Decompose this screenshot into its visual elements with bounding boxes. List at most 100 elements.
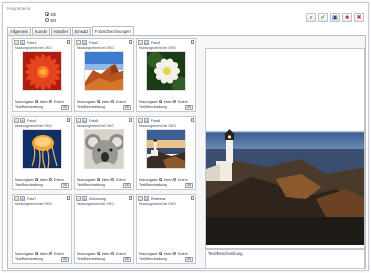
description-label[interactable]: Text/Beschreibung	[15, 105, 43, 109]
ok-button[interactable]: OK	[185, 104, 193, 110]
folder-icon[interactable]	[76, 196, 81, 201]
usage-rights-label: Nutzungsrecht bei OKG	[77, 46, 114, 50]
ok-button[interactable]: OK	[61, 256, 69, 262]
radio-intern[interactable]	[35, 100, 39, 103]
ok-button[interactable]: OK	[123, 256, 131, 262]
tab-haendler[interactable]: Händler	[50, 27, 72, 35]
radio-extern[interactable]	[111, 178, 115, 181]
usage-type-row: Nutzungsart: Intern Extern	[77, 177, 131, 182]
tab-kunde[interactable]: Kunde	[31, 27, 50, 35]
radio-intern[interactable]	[159, 252, 163, 255]
save-icon[interactable]: ▣	[330, 13, 340, 22]
description-label[interactable]: Text/Beschreibung	[15, 257, 43, 261]
radio-extern-label: Extern	[115, 99, 126, 104]
photo-thumbnail[interactable]	[84, 129, 124, 169]
folder-icon[interactable]	[76, 40, 81, 45]
tab-einsatz[interactable]: Einsatz	[71, 27, 92, 35]
upload-icon[interactable]	[144, 196, 149, 201]
photo-thumbnail[interactable]	[146, 207, 186, 247]
description-label[interactable]: Text/Beschreibung	[77, 257, 105, 261]
description-row: Text/Beschreibung OK	[139, 104, 193, 110]
description-label[interactable]: Text/Beschreibung	[139, 183, 167, 187]
photo-thumbnail[interactable]	[146, 129, 186, 169]
card-checkbox[interactable]	[190, 40, 194, 44]
upload-icon[interactable]	[20, 118, 25, 123]
radio-intern-label: Intern	[163, 251, 173, 256]
radio-intern[interactable]	[159, 178, 163, 181]
ok-button[interactable]: OK	[185, 182, 193, 188]
card-checkbox[interactable]	[190, 196, 194, 200]
description-label[interactable]: Text/Beschreibung	[139, 105, 167, 109]
card-checkbox[interactable]	[128, 40, 132, 44]
card-footer: Nutzungsart: Intern Extern Text/Beschrei…	[13, 99, 71, 111]
stop-icon[interactable]: ■	[342, 13, 352, 22]
radio-extern[interactable]	[49, 178, 53, 181]
description-label[interactable]: Text/Beschreibung	[139, 257, 167, 261]
photo-thumbnail[interactable]	[84, 51, 124, 91]
tab-fotos-zeichnungen[interactable]: Fotos/Zeichnungen	[91, 26, 134, 35]
radio-extern[interactable]	[173, 178, 177, 181]
card-checkbox[interactable]	[190, 118, 194, 122]
radio-extern[interactable]	[111, 252, 115, 255]
folder-icon[interactable]	[138, 196, 143, 201]
photo-thumbnail[interactable]	[22, 207, 62, 247]
usage-type-label: Nutzungsart:	[77, 177, 97, 182]
card-checkbox[interactable]	[128, 118, 132, 122]
usage-type-label: Nutzungsart:	[139, 177, 159, 182]
upload-icon[interactable]	[82, 196, 87, 201]
language-option-en[interactable]: EN	[45, 17, 56, 23]
ok-button[interactable]: OK	[123, 182, 131, 188]
radio-extern[interactable]	[173, 100, 177, 103]
card-checkbox[interactable]	[66, 196, 70, 200]
radio-en[interactable]	[45, 18, 49, 22]
description-label[interactable]: Text/Beschreibung	[77, 105, 105, 109]
preview-description-field[interactable]: Text/Beschreibung	[205, 249, 365, 269]
ok-button[interactable]: OK	[185, 256, 193, 262]
photo-thumbnail[interactable]	[146, 51, 186, 91]
folder-icon[interactable]	[138, 118, 143, 123]
radio-intern[interactable]	[97, 100, 101, 103]
radio-intern[interactable]	[35, 178, 39, 181]
folder-icon[interactable]	[138, 40, 143, 45]
ok-button[interactable]: OK	[123, 104, 131, 110]
radio-extern[interactable]	[49, 100, 53, 103]
upload-icon[interactable]	[82, 118, 87, 123]
folder-icon[interactable]	[14, 118, 19, 123]
ok-button[interactable]: OK	[61, 104, 69, 110]
radio-extern-label: Extern	[177, 99, 188, 104]
card-checkbox[interactable]	[66, 40, 70, 44]
folder-icon[interactable]	[14, 40, 19, 45]
search-icon[interactable]: ⌕	[306, 13, 316, 22]
upload-icon[interactable]	[82, 40, 87, 45]
radio-intern[interactable]	[97, 178, 101, 181]
radio-extern[interactable]	[49, 252, 53, 255]
upload-icon[interactable]	[20, 40, 25, 45]
tab-allgemein[interactable]: Allgemein	[7, 27, 32, 35]
radio-intern[interactable]	[35, 252, 39, 255]
photo-thumbnail[interactable]	[22, 129, 62, 169]
card-checkbox[interactable]	[66, 118, 70, 122]
radio-intern[interactable]	[97, 252, 101, 255]
upload-icon[interactable]	[144, 118, 149, 123]
description-label[interactable]: Text/Beschreibung	[15, 183, 43, 187]
radio-intern[interactable]	[159, 100, 163, 103]
photo-card: Foto7 Nutzungsrecht bei OKG Nutzungsart:…	[12, 194, 72, 264]
radio-extern[interactable]	[173, 252, 177, 255]
ok-icon[interactable]: ✔	[318, 13, 328, 22]
photo-thumbnail[interactable]	[22, 51, 62, 91]
upload-icon[interactable]	[144, 40, 149, 45]
description-label[interactable]: Text/Beschreibung	[77, 183, 105, 187]
card-footer: Nutzungsart: Intern Extern Text/Beschrei…	[137, 251, 195, 263]
radio-extern[interactable]	[111, 100, 115, 103]
folder-icon[interactable]	[76, 118, 81, 123]
radio-intern-label: Intern	[39, 251, 49, 256]
card-checkbox[interactable]	[128, 196, 132, 200]
image-preview[interactable]	[205, 48, 365, 249]
radio-de[interactable]	[45, 12, 49, 16]
photo-thumbnail[interactable]	[84, 207, 124, 247]
ok-button[interactable]: OK	[61, 182, 69, 188]
delete-icon[interactable]: ✖	[354, 13, 364, 22]
upload-icon[interactable]	[20, 196, 25, 201]
folder-icon[interactable]	[14, 196, 19, 201]
description-row: Text/Beschreibung OK	[15, 104, 69, 110]
